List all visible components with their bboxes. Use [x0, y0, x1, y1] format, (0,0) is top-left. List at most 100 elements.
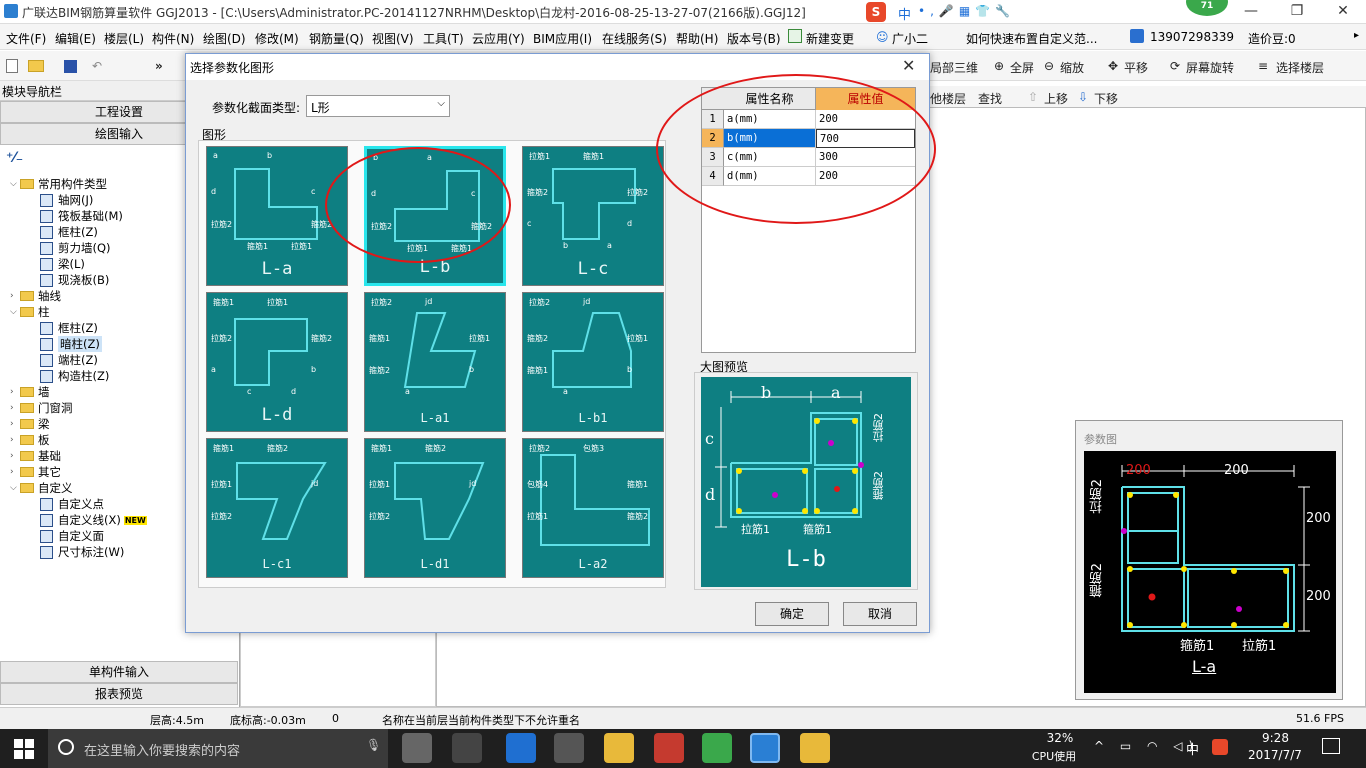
menu-version[interactable]: 版本号(B): [727, 30, 781, 47]
tree-item[interactable]: 框柱(Z): [40, 224, 98, 240]
tree-item[interactable]: ⌵ 自定义: [10, 480, 73, 496]
fullscreen-icon[interactable]: ⊕: [994, 59, 1004, 73]
tree-item[interactable]: › 基础: [10, 448, 61, 464]
menu-bim[interactable]: BIM应用(I): [533, 30, 592, 47]
menu-more-icon[interactable]: ▸: [1354, 30, 1359, 41]
shape-tile-l-d1[interactable]: 箍筋1 箍筋2 jd 拉筋1 拉筋2 L-d1: [364, 438, 506, 578]
dialog-close-icon[interactable]: ✕: [902, 56, 915, 75]
tree-item[interactable]: 现浇板(B): [40, 272, 109, 288]
shape-tile-l-c1[interactable]: 箍筋1 箍筋2 jd 拉筋1 拉筋2 L-c1: [206, 438, 348, 578]
maximize-button[interactable]: ❐: [1274, 0, 1320, 24]
chevron-down-icon[interactable]: ⌵: [10, 179, 20, 189]
tool-local-3d[interactable]: 局部三维: [930, 59, 978, 76]
menu-floor[interactable]: 楼层(L): [104, 30, 144, 47]
shape-tile-l-c[interactable]: 拉筋1 箍筋1 拉筋2 箍筋2 c d b a L-c: [522, 146, 664, 286]
menu-tools[interactable]: 工具(T): [423, 30, 464, 47]
taskbar-app-fan-icon[interactable]: [402, 733, 432, 763]
single-component-button[interactable]: 单构件输入: [0, 661, 238, 683]
select-floor-icon[interactable]: ≡: [1258, 59, 1268, 73]
tree-item[interactable]: › 门窗洞: [10, 400, 73, 416]
tree-item[interactable]: 框柱(Z): [40, 320, 98, 336]
new-file-icon[interactable]: [6, 59, 18, 73]
shape-tile-l-a1[interactable]: 拉筋2 jd 拉筋1 箍筋1 箍筋2 b a L-a1: [364, 292, 506, 432]
tool-rotate[interactable]: 屏幕旋转: [1186, 59, 1234, 76]
sogou-s-icon[interactable]: S: [866, 2, 886, 22]
tree-item[interactable]: 自定义点: [40, 496, 104, 512]
coin-balance[interactable]: 造价豆:0: [1248, 30, 1296, 47]
tree-item[interactable]: 轴网(J): [40, 192, 93, 208]
tree-item[interactable]: ⌵ 柱: [10, 304, 50, 320]
taskbar-ggj-app-icon[interactable]: [750, 733, 780, 763]
notification-icon[interactable]: [1322, 738, 1340, 754]
chevron-right-icon[interactable]: ›: [10, 403, 20, 413]
move-up-icon[interactable]: ⇧: [1028, 90, 1038, 104]
windows-start-icon[interactable]: [14, 739, 34, 759]
tray-ime[interactable]: 中: [1186, 739, 1199, 758]
tool-select-floor[interactable]: 选择楼层: [1276, 59, 1324, 76]
chevron-down-icon[interactable]: ⌵: [10, 307, 20, 317]
new-change-button[interactable]: 新建变更: [806, 30, 854, 47]
ok-button[interactable]: 确定: [755, 602, 829, 626]
menu-view[interactable]: 视图(V): [372, 30, 414, 47]
clock-time[interactable]: 9:28: [1262, 731, 1289, 745]
tree-item[interactable]: 自定义线(X) NEW: [40, 512, 147, 528]
assistant-button[interactable]: 广小二: [892, 30, 928, 47]
expand-all-icon[interactable]: ⁺⁄₋: [6, 150, 23, 166]
zoom-icon[interactable]: ⊖: [1044, 59, 1054, 73]
tree-item[interactable]: › 梁: [10, 416, 50, 432]
assistant-icon[interactable]: ☺: [876, 30, 889, 44]
tree-item[interactable]: 构造柱(Z): [40, 368, 109, 384]
tool-fullscreen[interactable]: 全屏: [1010, 59, 1034, 76]
menu-edit[interactable]: 编辑(E): [55, 30, 96, 47]
taskbar-app-red-icon[interactable]: [654, 733, 684, 763]
undo-icon[interactable]: ↶: [92, 59, 102, 73]
menu-draw[interactable]: 绘图(D): [203, 30, 246, 47]
tree-item[interactable]: › 墙: [10, 384, 50, 400]
section-type-select[interactable]: L形 ⌵: [306, 95, 450, 117]
menu-rebar[interactable]: 钢筋量(Q): [309, 30, 364, 47]
chevron-right-icon[interactable]: ›: [10, 467, 20, 477]
tree-item[interactable]: 自定义面: [40, 528, 104, 544]
chevron-down-icon[interactable]: ⌵: [10, 483, 20, 493]
tree-item[interactable]: 梁(L): [40, 256, 85, 272]
menu-file[interactable]: 文件(F): [6, 30, 46, 47]
menu-modify[interactable]: 修改(M): [255, 30, 299, 47]
tree-item[interactable]: 暗柱(Z): [40, 336, 102, 352]
open-folder-icon[interactable]: [28, 60, 44, 72]
move-down-icon[interactable]: ⇩: [1078, 90, 1088, 104]
menu-cloud[interactable]: 云应用(Y): [472, 30, 525, 47]
tray-sogou-icon[interactable]: [1212, 739, 1228, 755]
ime-mode[interactable]: 中: [898, 4, 911, 23]
shape-tile-l-a2[interactable]: 拉筋2 包筋3 箍筋1 包筋4 拉筋1 箍筋2 L-a2: [522, 438, 664, 578]
tree-item[interactable]: › 轴线: [10, 288, 61, 304]
tree-item[interactable]: › 板: [10, 432, 50, 448]
store-icon[interactable]: [554, 733, 584, 763]
tool-move-down[interactable]: 下移: [1094, 90, 1118, 107]
pan-icon[interactable]: ✥: [1108, 59, 1118, 73]
chevron-right-icon[interactable]: ›: [10, 387, 20, 397]
report-preview-button[interactable]: 报表预览: [0, 683, 238, 705]
tree-item[interactable]: 筏板基础(M): [40, 208, 123, 224]
menu-component[interactable]: 构件(N): [152, 30, 194, 47]
rotate-icon[interactable]: ⟳: [1170, 59, 1180, 73]
minimize-button[interactable]: —: [1228, 0, 1274, 24]
toolbar-more-icon[interactable]: »: [155, 59, 163, 73]
badge-71[interactable]: 71: [1186, 0, 1228, 16]
taskbar-app-green-icon[interactable]: [702, 733, 732, 763]
tool-other-floor[interactable]: 他楼层: [930, 90, 966, 107]
menu-online[interactable]: 在线服务(S): [602, 30, 667, 47]
chevron-right-icon[interactable]: ›: [10, 291, 20, 301]
shape-tile-l-b1[interactable]: 拉筋2 jd 拉筋1 箍筋2 箍筋1 b a L-b1: [522, 292, 664, 432]
tree-item[interactable]: 端柱(Z): [40, 352, 98, 368]
menu-help[interactable]: 帮助(H): [676, 30, 718, 47]
edge-browser-icon[interactable]: [506, 733, 536, 763]
chevron-right-icon[interactable]: ›: [10, 435, 20, 445]
microphone-icon[interactable]: 🎙: [366, 738, 381, 752]
chevron-right-icon[interactable]: ›: [10, 419, 20, 429]
clock-date[interactable]: 2017/7/7: [1248, 748, 1302, 762]
tool-find[interactable]: 查找: [978, 90, 1002, 107]
tool-zoom[interactable]: 缩放: [1060, 59, 1084, 76]
tree-item[interactable]: 尺寸标注(W): [40, 544, 124, 560]
close-button[interactable]: ✕: [1320, 0, 1366, 24]
tool-pan[interactable]: 平移: [1124, 59, 1148, 76]
